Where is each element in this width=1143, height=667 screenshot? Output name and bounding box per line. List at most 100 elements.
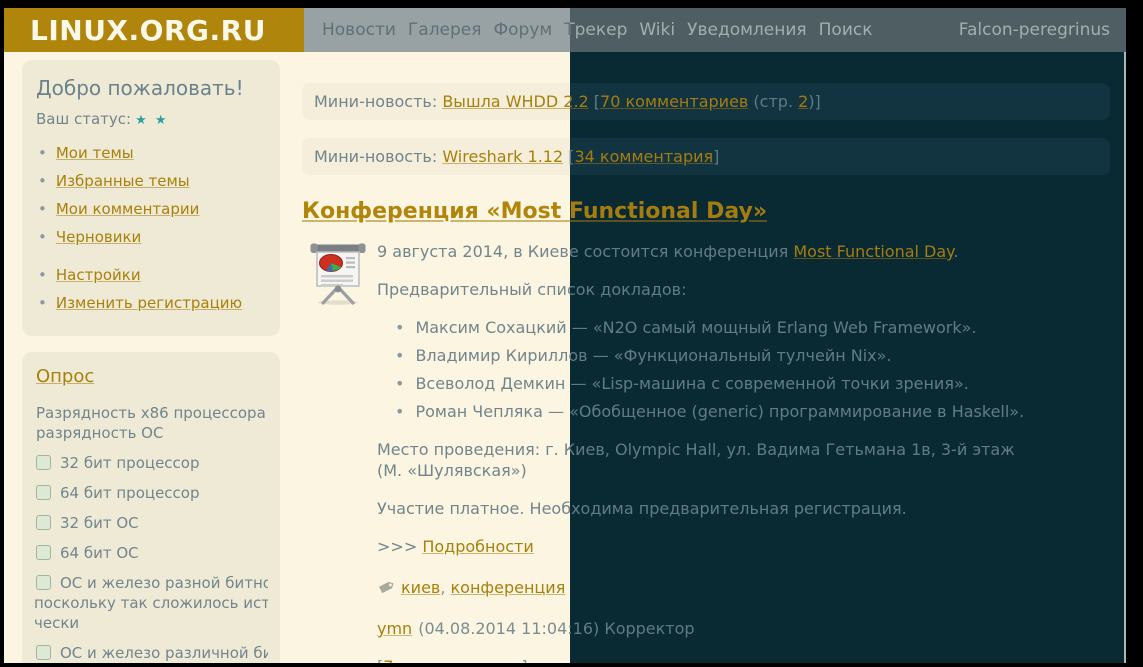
talk-item: Всеволод Демкин — «Lisp-машина с совреме… [395,373,1037,394]
poll-option-5: ОС и железо различной битно-сти поскольк… [34,643,268,663]
mini-news-link[interactable]: 34 комментария [574,147,713,166]
presentation-board-icon [310,243,366,305]
comments-row: [7 комментариев] [377,656,1037,663]
sidebar-link[interactable]: Мои комментарии [56,200,200,218]
page-body: Добро пожаловать! Ваш статус: ★ ★ • Мои те… [4,52,1126,663]
nav-item-6[interactable]: Поиск [819,20,873,40]
sidebar-link[interactable]: Изменить регистрацию [56,294,242,312]
status-label: Ваш статус: [36,110,132,128]
article-title-link[interactable]: Конференция «Most Functional Day» [302,199,767,224]
mini-news-text: Мини-новость: [314,92,443,111]
nav-item-2[interactable]: Форум [494,20,553,40]
mini-news-link[interactable]: 2 [798,92,808,111]
nav-item-4[interactable]: Wiki [639,20,675,40]
tag-icon [379,581,394,594]
sidebar-link[interactable]: Настройки [56,266,141,284]
talk-item: Роман Чепляка — «Обобщенное (generic) пр… [395,401,1037,422]
poll-option-label: 32 бит процессор [60,454,200,472]
article-body: 9 августа 2014, в Киеве состоится конфер… [310,241,1037,663]
tags-row: киев, конференция [377,577,1037,598]
bullet-icon: • [38,294,47,312]
mini-news-link[interactable]: Вышла WHDD 2.2 [442,92,588,111]
poll-checkbox[interactable] [36,515,51,530]
sidebar-link[interactable]: Мои темы [56,144,134,162]
status-stars-icon: ★ ★ [135,113,169,128]
welcome-title: Добро пожаловать! [36,76,244,100]
tag-links: киев, конференция [401,577,565,598]
welcome-links-group2: • Настройки • Изменить регистрацию [34,266,268,312]
mini-news-bar-0: Мини-новость: Вышла WHDD 2.2 [70 коммент… [302,83,1110,120]
poll-option-3: 64 бит ОС [34,543,268,563]
sidebar-link[interactable]: Черновики [56,228,141,246]
poll-option-line: ОС и железо различной битно- [34,643,268,663]
poll-checkbox[interactable] [36,575,51,590]
nav-item-0[interactable]: Новости [322,20,396,40]
page: LINUX.ORG.RU Новости Галерея Форум Трекер Wi… [4,8,1126,663]
poll-checkbox[interactable] [36,645,51,660]
poll-option-0: 32 бит процессор [34,453,268,473]
poll-option-label: ОС и железо разной битности [60,574,268,592]
poll-option-2: 32 бит ОС [34,513,268,533]
mini-news-text: Мини-новость: [314,147,443,166]
poll-option-line: чески [34,614,80,632]
sidebar-link[interactable]: Избранные темы [56,172,190,190]
poll-options: 32 бит процессор 64 бит процессор 32 бит О… [34,453,268,663]
details-prefix: >>> [377,537,418,556]
details-link[interactable]: Подробности [422,537,533,556]
poll-option-4: ОС и железо разной битности поскольку так… [34,573,268,633]
poll-title-link[interactable]: Опрос [36,366,94,387]
article-intro-text: . [953,242,959,261]
poll-option-line: 32 бит ОС [34,513,268,533]
article-list-label: Предварительный список докладов: [377,280,687,299]
mini-news-link[interactable]: 70 комментариев [600,92,748,111]
comments-link[interactable]: 7 комментариев [383,657,521,663]
mini-news-list: Мини-новость: Вышла WHDD 2.2 [70 коммент… [302,83,1110,175]
mini-news-bar-1: Мини-новость: Wireshark 1.12 [34 коммент… [302,138,1110,175]
sidebar-list-item: • Мои комментарии [38,200,268,218]
sidebar-list-item: • Мои темы [38,144,268,162]
poll-option-line: 32 бит процессор [34,453,268,473]
tag-separator: , [440,578,451,597]
byline: ymn (04.08.2014 11:04:16) Корректор [377,618,1037,639]
status-line: Ваш статус: ★ ★ [36,110,268,128]
poll-checkbox[interactable] [36,485,51,500]
talk-item: Максим Сохацкий — «N2O самый мощный Erla… [395,317,1037,338]
sidebar-list-item: • Настройки [38,266,268,284]
poll-question: Разрядность x86 процессора и разрядность … [36,403,268,443]
username-link[interactable]: Falcon-peregrinus [959,20,1110,40]
poll-option-line: ОС и железо разной битности [34,573,268,593]
poll-option-label: ОС и железо различной битно- [60,644,268,662]
comments-close-bracket: ] [521,657,527,663]
poll-option-line: 64 бит ОС [34,543,268,563]
talks-list: Максим Сохацкий — «N2O самый мощный Erla… [377,317,1037,422]
details-row: >>> Подробности [377,536,1037,557]
poll-question-line: разрядность ОС [36,424,164,442]
tag-link[interactable]: конференция [451,578,566,597]
author-link[interactable]: ymn [377,619,412,638]
bullet-icon: • [38,172,47,190]
poll-checkbox[interactable] [36,545,51,560]
welcome-links-group1: • Мои темы • Избранные темы • Мои комментарии… [34,144,268,246]
tag-link[interactable]: киев [401,578,440,597]
mini-news-text: [ [563,147,575,166]
article-inline-link[interactable]: Most Functional Day [793,242,953,261]
sidebar: Добро пожаловать! Ваш статус: ★ ★ • Мои те… [22,60,280,663]
article-participation: Участие платное. Необходима предваритель… [377,499,907,518]
article-intro: 9 августа 2014, в Киеве состоится конфер… [377,241,1037,262]
article-intro-text: 9 августа 2014, в Киеве состоится конфер… [377,242,794,261]
bullet-icon: • [38,266,47,284]
nav-item-3[interactable]: Трекер [564,20,627,40]
mini-news-text: (стр. [748,92,799,111]
poll-checkbox[interactable] [36,455,51,470]
nav-item-1[interactable]: Галерея [408,20,482,40]
poll-question-line: Разрядность x86 процессора и [36,404,268,422]
mini-news-text: [ [588,92,601,111]
site-logo[interactable]: LINUX.ORG.RU [4,8,304,52]
mini-news-link[interactable]: Wireshark 1.12 [442,147,563,166]
article-venue: Место проведения: г. Киев, Olympic Hall,… [377,440,1015,480]
poll-option-label: 64 бит процессор [60,484,200,502]
nav-item-5[interactable]: Уведомления [687,20,807,40]
browser-viewport: LINUX.ORG.RU Новости Галерея Форум Трекер Wi… [4,8,1126,663]
poll-option-1: 64 бит процессор [34,483,268,503]
poll-option-label: 32 бит ОС [60,514,139,532]
